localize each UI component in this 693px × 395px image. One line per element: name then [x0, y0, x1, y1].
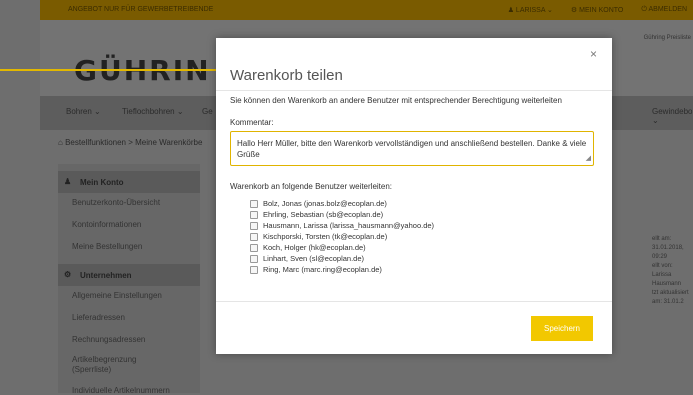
sidebar-item-custom-numbers[interactable]: Individuelle Artikelnummern	[72, 386, 170, 395]
checkbox[interactable]	[250, 265, 258, 274]
user-option[interactable]: Kischporski, Torsten (tk@ecoplan.de)	[250, 231, 434, 242]
modal-title: Warenkorb teilen	[230, 67, 343, 84]
sidebar-item-general-settings[interactable]: Allgemeine Einstellungen	[72, 291, 162, 300]
checkbox[interactable]	[250, 243, 258, 252]
checkbox[interactable]	[250, 232, 258, 241]
nav-item-tieflochbohren[interactable]: Tieflochbohren ⌄	[122, 107, 184, 116]
sidebar-item-delivery-addresses[interactable]: Lieferadressen	[72, 313, 125, 322]
save-button[interactable]: Speichern	[531, 316, 593, 341]
comment-label: Kommentar:	[230, 118, 274, 127]
sidebar-section-company: ⚙ Unternehmen	[58, 264, 200, 286]
divider	[216, 90, 612, 91]
sidebar: ♟ Mein Konto Benutzerkonto-Übersicht Kon…	[58, 164, 200, 395]
share-cart-modal: × Warenkorb teilen Sie können den Warenk…	[216, 38, 612, 354]
resize-handle-icon[interactable]: ◢	[586, 153, 591, 164]
breadcrumb: ⌂ Bestellfunktionen > Meine Warenkörbe	[58, 138, 203, 147]
checkbox[interactable]	[250, 221, 258, 230]
logout-link[interactable]: ⏻ ABMELDEN	[641, 6, 687, 14]
account-link[interactable]: ⚙ MEIN KONTO	[571, 6, 623, 14]
modal-description: Sie können den Warenkorb an andere Benut…	[230, 96, 562, 105]
sidebar-item-overview[interactable]: Benutzerkonto-Übersicht	[72, 198, 160, 207]
checkbox[interactable]	[250, 199, 258, 208]
user-option[interactable]: Linhart, Sven (sl@ecoplan.de)	[250, 253, 434, 264]
user-menu[interactable]: ♟ LARISSA ⌄	[508, 6, 553, 14]
user-option[interactable]: Ehrling, Sebastian (sb@ecoplan.de)	[250, 209, 434, 220]
user-option[interactable]: Koch, Holger (hk@ecoplan.de)	[250, 242, 434, 253]
sidebar-item-account-info[interactable]: Kontoinformationen	[72, 220, 141, 229]
sidebar-item-billing-addresses[interactable]: Rechnungsadressen	[72, 335, 145, 344]
top-bar: ANGEBOT NUR FÜR GEWERBETREIBENDE ♟ LARIS…	[40, 0, 693, 20]
sidebar-item-orders[interactable]: Meine Bestellungen	[72, 242, 142, 251]
sidebar-item-article-limit[interactable]: Artikelbegrenzung	[72, 355, 136, 364]
users-label: Warenkorb an folgende Benutzer weiterlei…	[230, 182, 393, 191]
user-option[interactable]: Hausmann, Larissa (larissa_hausmann@yaho…	[250, 220, 434, 231]
user-option[interactable]: Ring, Marc (marc.ring@ecoplan.de)	[250, 264, 434, 275]
checkbox[interactable]	[250, 210, 258, 219]
comment-textarea[interactable]: Hallo Herr Müller, bitte den Warenkorb v…	[230, 131, 594, 166]
callout-line	[0, 69, 216, 71]
sidebar-item-blocklist[interactable]: (Sperrliste)	[72, 365, 111, 374]
close-icon[interactable]: ×	[590, 47, 597, 61]
checkbox[interactable]	[250, 254, 258, 263]
cart-meta: ellt am: 31.01.2018, 09:29 ellt von: Lar…	[652, 236, 689, 305]
price-note: Gühring Preisliste	[643, 35, 691, 41]
trade-notice: ANGEBOT NUR FÜR GEWERBETREIBENDE	[68, 6, 214, 13]
sidebar-section-account: ♟ Mein Konto	[58, 171, 200, 193]
user-icon: ♟	[64, 177, 72, 186]
home-icon[interactable]: ⌂	[58, 138, 63, 147]
user-option[interactable]: Bolz, Jonas (jonas.bolz@ecoplan.de)	[250, 198, 434, 209]
nav-item-gewindebohren[interactable]: Gewindebohren ⌄	[652, 107, 693, 125]
gear-icon: ⚙	[64, 270, 72, 279]
nav-item-ge[interactable]: Ge	[202, 107, 213, 116]
nav-item-bohren[interactable]: Bohren ⌄	[66, 107, 101, 116]
user-list: Bolz, Jonas (jonas.bolz@ecoplan.de) Ehrl…	[250, 198, 434, 275]
divider	[216, 301, 612, 302]
